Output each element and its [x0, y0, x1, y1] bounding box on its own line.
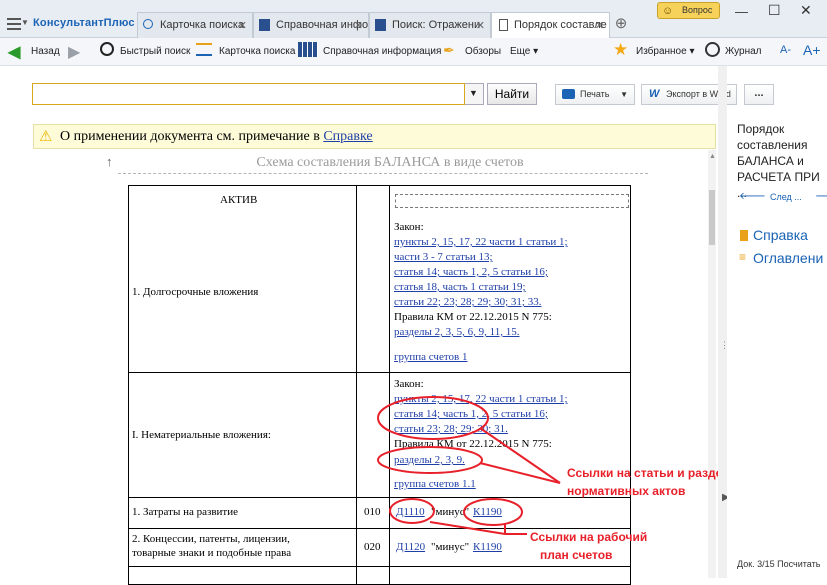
- annotation-line: [429, 521, 506, 535]
- panel-title-line: составления: [737, 138, 808, 152]
- panel-title: Порядок составления БАЛАНСА и РАСЧЕТА ПР…: [737, 121, 827, 201]
- highlight-ellipse: [463, 498, 523, 526]
- next-arrow-icon[interactable]: 🡒: [815, 190, 827, 202]
- panel-title-line: БАЛАНСА и: [737, 154, 804, 168]
- annotation-text: Ссылки на статьи и разделы: [567, 466, 741, 480]
- prev-arrow-icon[interactable]: 🡐: [739, 190, 766, 202]
- annotation-line: [479, 462, 561, 484]
- doc-info[interactable]: Док. 3/15 Посчитать: [737, 559, 820, 569]
- help-icon: [740, 230, 748, 241]
- annotation-overlay: [377, 396, 561, 535]
- panel-title-line: Порядок: [737, 122, 785, 136]
- highlight-ellipse: [377, 396, 489, 440]
- help-link[interactable]: Справка: [753, 227, 808, 243]
- annotation-text: нормативных актов: [567, 484, 686, 498]
- list-icon: ≡: [739, 250, 747, 264]
- toc-link[interactable]: Оглавлени: [753, 250, 823, 266]
- annotation-text: Ссылки на рабочий: [530, 530, 648, 544]
- annotation-line: [479, 427, 561, 484]
- highlight-ellipse: [389, 498, 435, 524]
- highlight-ellipse: [377, 446, 483, 474]
- annotation-text: план счетов: [540, 548, 613, 562]
- next-link[interactable]: След ...: [770, 192, 802, 202]
